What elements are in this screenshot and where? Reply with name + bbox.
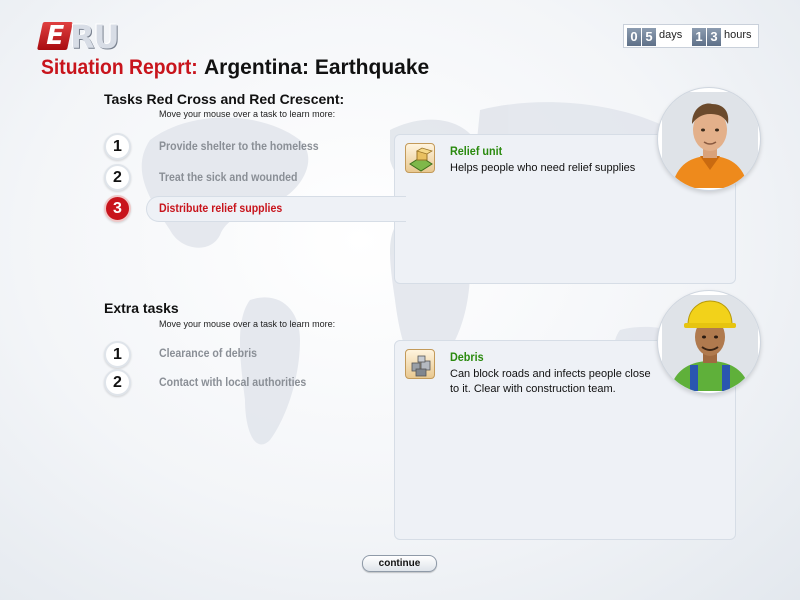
logo-e-mark: E: [37, 21, 73, 51]
extra-tasks-heading: Extra tasks: [104, 300, 179, 316]
extra-task-1-number: 1: [104, 341, 131, 368]
extra-task-1-debris[interactable]: Clearance of debris: [159, 346, 257, 360]
task-1-number: 1: [104, 133, 131, 160]
debris-icon: [405, 349, 435, 379]
debris-description: Can block roads and infects people close…: [450, 367, 651, 397]
extra-task-2-number: 2: [104, 369, 131, 396]
hours-digit-2: 3: [707, 28, 721, 46]
task-1-shelter[interactable]: Provide shelter to the homeless: [159, 139, 319, 153]
page-title: Situation Report: Argentina: Earthquake: [41, 56, 429, 80]
continue-button[interactable]: continue: [362, 555, 437, 572]
days-label: days: [659, 29, 683, 41]
logo-ru-text: RU: [70, 18, 120, 56]
relief-unit-icon: [405, 143, 435, 173]
task-2-treat-sick[interactable]: Treat the sick and wounded: [159, 170, 297, 184]
tasks-heading: Tasks Red Cross and Red Crescent:: [104, 91, 345, 107]
tasks-hint: Move your mouse over a task to learn mor…: [159, 109, 336, 119]
task-3-number: 3: [104, 195, 131, 222]
title-value: Argentina: Earthquake: [204, 56, 430, 79]
debris-description-line-1: Can block roads and infects people close: [450, 368, 651, 380]
days-digit-1: 0: [627, 28, 641, 46]
relief-unit-title: Relief unit: [450, 144, 503, 158]
debris-title: Debris: [450, 350, 484, 364]
relief-worker-portrait: [657, 87, 761, 191]
construction-worker-portrait: [657, 290, 761, 394]
days-digit-2: 5: [642, 28, 656, 46]
extra-tasks-hint: Move your mouse over a task to learn mor…: [159, 319, 336, 329]
relief-unit-description: Helps people who need relief supplies: [450, 162, 636, 174]
task-3-distribute-supplies[interactable]: Distribute relief supplies: [159, 201, 282, 215]
title-label: Situation Report:: [41, 56, 198, 79]
task-2-number: 2: [104, 164, 131, 191]
extra-task-2-authorities[interactable]: Contact with local authorities: [159, 375, 306, 389]
eru-logo: E RU: [37, 16, 120, 56]
hours-label: hours: [724, 29, 752, 41]
debris-description-line-2: to it. Clear with construction team.: [450, 383, 616, 395]
countdown-timer: 0 5 days 1 3 hours: [623, 24, 759, 48]
hours-digit-1: 1: [692, 28, 706, 46]
